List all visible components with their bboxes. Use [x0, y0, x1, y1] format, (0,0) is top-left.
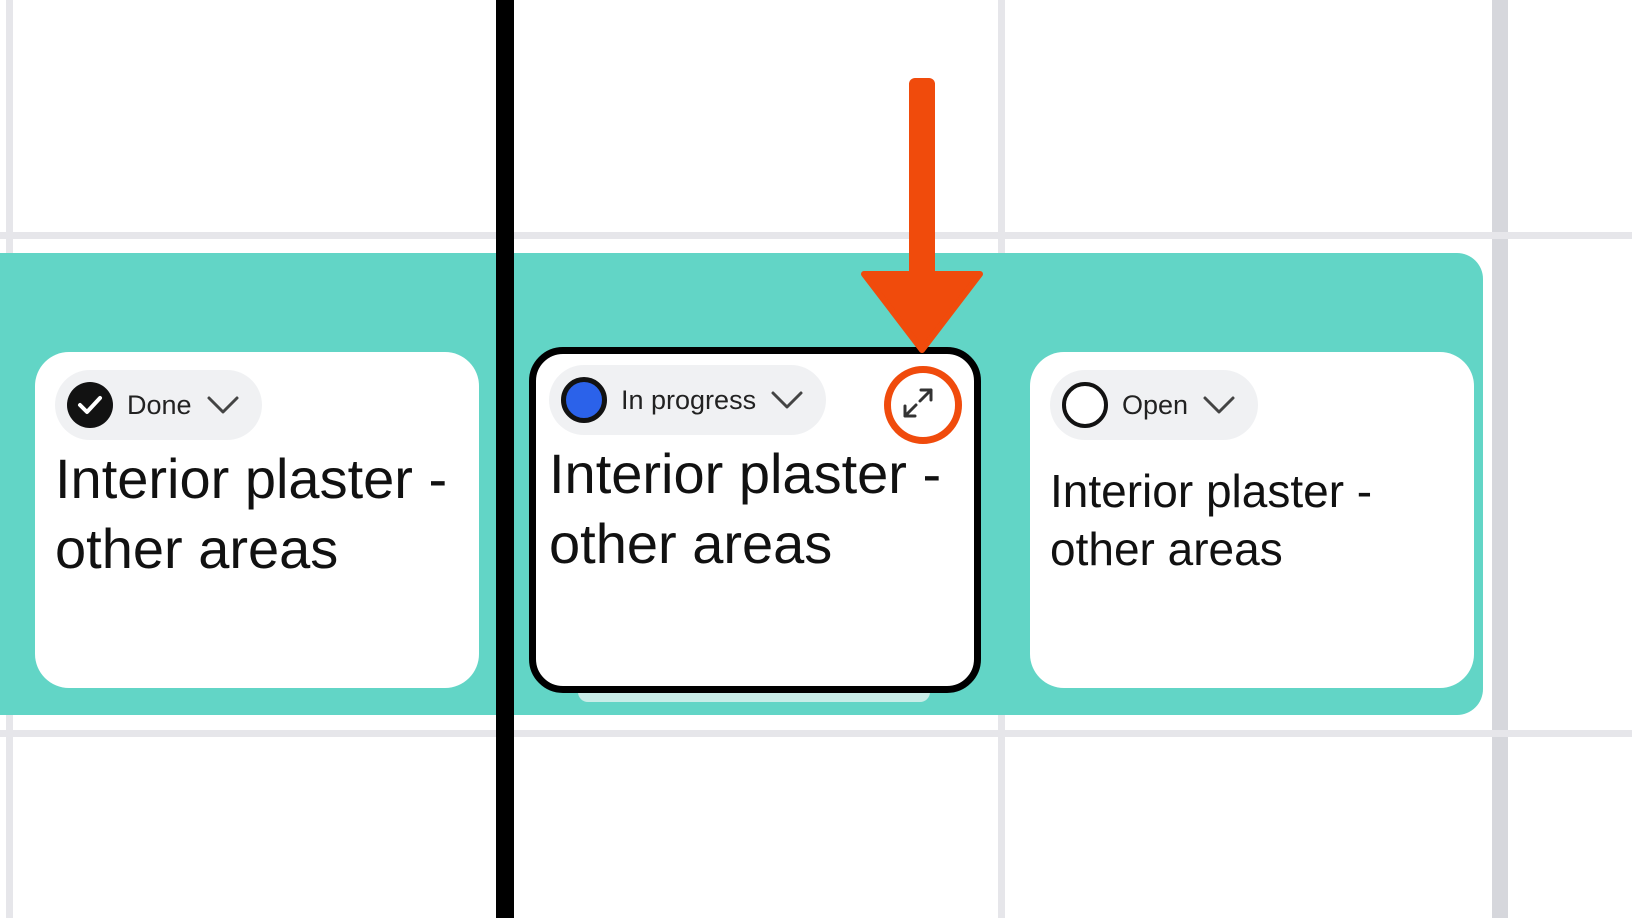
filled-blue-circle-icon: [561, 377, 607, 423]
task-card-done[interactable]: Done Interior plaster - other areas: [35, 352, 479, 688]
card-title: Interior plaster - other areas: [55, 447, 448, 580]
status-dropdown[interactable]: Open: [1050, 370, 1259, 440]
chevron-down-icon: [206, 394, 240, 416]
check-circle-icon: [67, 382, 113, 428]
status-label: Done: [127, 389, 192, 420]
chevron-down-icon: [770, 389, 804, 411]
empty-circle-icon: [1062, 382, 1108, 428]
grid-line-horizontal: [0, 730, 1632, 737]
task-card-open[interactable]: Open Interior plaster - other areas: [1030, 352, 1474, 688]
today-marker-line: [496, 0, 514, 918]
card-title: Interior plaster - other areas: [549, 442, 942, 575]
status-label: In progress: [621, 384, 757, 415]
grid-line-vertical: [1492, 0, 1508, 918]
chevron-down-icon: [1202, 394, 1236, 416]
status-label: Open: [1122, 389, 1189, 420]
grid-line-horizontal: [0, 232, 1632, 239]
status-dropdown[interactable]: In progress: [549, 365, 827, 435]
down-arrow-icon: [860, 78, 984, 363]
status-dropdown[interactable]: Done: [55, 370, 262, 440]
circle-highlight: [884, 366, 962, 444]
card-title: Interior plaster - other areas: [1050, 465, 1373, 575]
